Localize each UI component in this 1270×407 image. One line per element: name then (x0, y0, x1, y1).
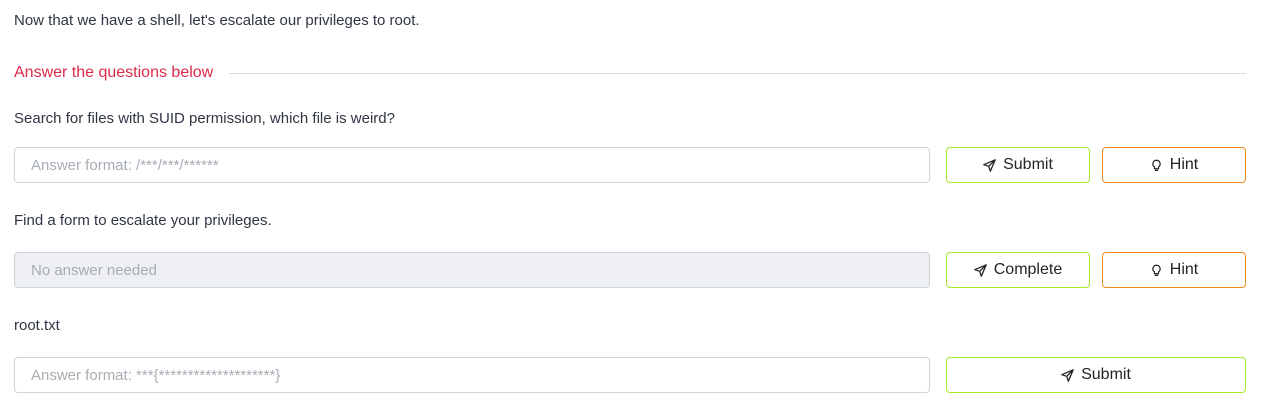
submit-label: Submit (1081, 366, 1131, 383)
paper-plane-icon (983, 158, 996, 172)
question-3-text: root.txt (14, 317, 60, 334)
questions-section-heading: Answer the questions below (14, 62, 1246, 84)
question-1-answer-input[interactable] (14, 147, 930, 183)
paper-plane-icon (1061, 368, 1074, 382)
lightbulb-icon (1150, 264, 1163, 277)
question-2-text: Find a form to escalate your privileges. (14, 212, 272, 229)
hint-label: Hint (1169, 261, 1199, 278)
question-2-complete-button[interactable]: Complete (946, 252, 1090, 288)
question-1-text: Search for files with SUID permission, w… (14, 110, 395, 127)
section-title: Answer the questions below (14, 64, 214, 81)
lightbulb-icon (1150, 159, 1163, 172)
task-panel: Now that we have a shell, let's escalate… (0, 0, 1270, 407)
task-intro-text: Now that we have a shell, let's escalate… (14, 12, 420, 29)
question-1-hint-button[interactable]: Hint (1102, 147, 1246, 183)
complete-label: Complete (993, 261, 1063, 278)
question-3-submit-button[interactable]: Submit (946, 357, 1246, 393)
section-divider (229, 72, 1246, 74)
question-1-submit-button[interactable]: Submit (946, 147, 1090, 183)
question-3-answer-input[interactable] (14, 357, 930, 393)
question-2-hint-button[interactable]: Hint (1102, 252, 1246, 288)
question-2-answer-input (14, 252, 930, 288)
paper-plane-icon (973, 263, 987, 277)
submit-label: Submit (1003, 156, 1053, 173)
hint-label: Hint (1169, 156, 1199, 173)
